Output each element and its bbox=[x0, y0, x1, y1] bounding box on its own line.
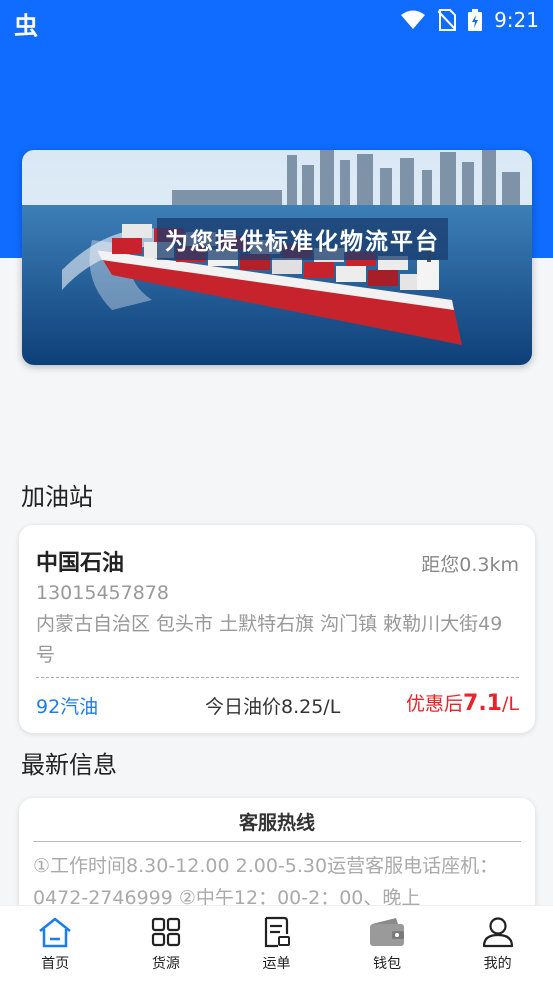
tab-wallet[interactable]: 钱包 bbox=[332, 906, 443, 983]
bottom-tab-bar: 首页 货源 运单 钱包 我的 bbox=[0, 905, 553, 983]
station-divider bbox=[36, 677, 519, 678]
gas-station-card[interactable]: 中国石油 距您0.3km 13015457878 内蒙古自治区 包头市 土默特右… bbox=[19, 525, 535, 733]
discount-suffix: /L bbox=[502, 693, 519, 715]
clock-time: 9:21 bbox=[494, 8, 539, 32]
station-name: 中国石油 bbox=[36, 551, 125, 576]
discount-price: 优惠后7.1/L bbox=[406, 689, 519, 716]
discount-prefix: 优惠后 bbox=[406, 693, 464, 715]
info-card-divider bbox=[33, 841, 521, 842]
waybill-icon bbox=[265, 916, 291, 948]
station-distance: 距您0.3km bbox=[421, 554, 519, 576]
home-icon bbox=[39, 917, 72, 948]
discount-value: 7.1 bbox=[463, 691, 502, 716]
wallet-icon bbox=[370, 918, 405, 946]
tab-label-waybill: 运单 bbox=[262, 956, 291, 972]
station-phone: 13015457878 bbox=[36, 582, 169, 604]
tab-label-wallet: 钱包 bbox=[373, 956, 402, 972]
status-bar: 虫 9:21 bbox=[0, 0, 553, 40]
profile-icon bbox=[482, 917, 513, 948]
tab-home[interactable]: 首页 bbox=[0, 906, 111, 983]
banner-caption: 为您提供标准化物流平台 bbox=[157, 218, 448, 260]
grid-icon bbox=[151, 917, 180, 947]
info-card-title: 客服热线 bbox=[238, 812, 315, 834]
today-fuel-price: 今日油价8.25/L bbox=[205, 696, 341, 718]
station-address: 内蒙古自治区 包头市 土默特右旗 沟门镇 敕勒川大街49号 bbox=[36, 613, 503, 666]
battery-charging-icon bbox=[468, 9, 483, 31]
wifi-icon bbox=[400, 10, 426, 30]
tab-label-home: 首页 bbox=[41, 956, 70, 972]
fuel-type: 92汽油 bbox=[36, 696, 99, 718]
tab-goods[interactable]: 货源 bbox=[111, 906, 222, 983]
tab-label-goods: 货源 bbox=[151, 956, 180, 972]
app-notification-icon: 虫 bbox=[14, 12, 38, 40]
promo-banner[interactable]: 为您提供标准化物流平台 bbox=[22, 150, 532, 365]
no-sim-icon bbox=[438, 9, 457, 31]
tab-profile[interactable]: 我的 bbox=[442, 906, 553, 983]
tab-label-profile: 我的 bbox=[483, 956, 512, 972]
gas-station-section-title: 加油站 bbox=[21, 483, 93, 511]
status-icons: 9:21 bbox=[400, 8, 539, 32]
news-section-title: 最新信息 bbox=[21, 751, 117, 779]
tab-waybill[interactable]: 运单 bbox=[221, 906, 332, 983]
customer-service-card[interactable]: 客服热线 ①工作时间8.30-12.00 2.00-5.30运营客服电话座机：0… bbox=[19, 798, 535, 918]
